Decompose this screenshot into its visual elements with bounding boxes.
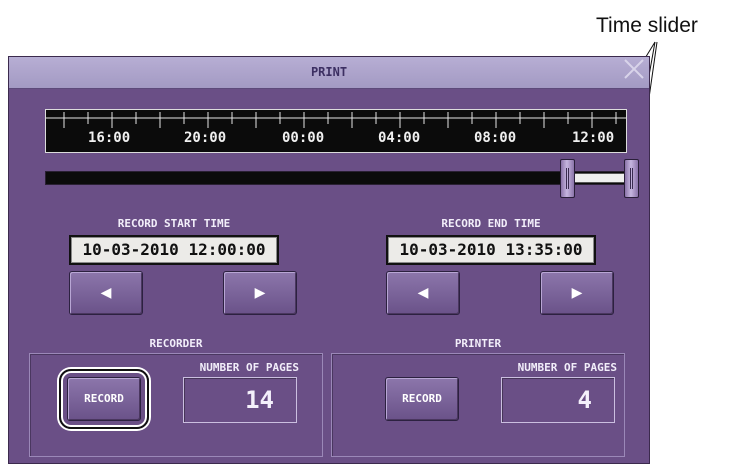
- record-end-label: RECORD END TIME: [441, 217, 541, 230]
- tick-label-3: 00:00: [282, 130, 325, 146]
- printer-record-button[interactable]: RECORD: [385, 377, 459, 421]
- dialog-title: PRINT: [310, 65, 348, 79]
- tick-label-5: 08:00: [474, 130, 517, 146]
- printer-group-label: PRINTER: [454, 337, 502, 350]
- time-slider-callout: Time slider: [596, 14, 698, 37]
- record-start-prev-button[interactable]: ◀: [69, 271, 143, 315]
- print-dialog: PRINT 16:00 20:00 00:00 04:00 08:00 12:0…: [8, 56, 650, 464]
- recorder-record-button[interactable]: RECORD: [67, 377, 141, 421]
- recorder-pages-label: NUMBER OF PAGES: [199, 361, 299, 374]
- close-icon[interactable]: [615, 57, 647, 89]
- time-slider-start-handle[interactable]: [560, 159, 575, 198]
- printer-pages-label: NUMBER OF PAGES: [517, 361, 617, 374]
- record-end-prev-button[interactable]: ◀: [386, 271, 460, 315]
- time-slider-track[interactable]: [45, 171, 627, 185]
- time-slider-end-handle[interactable]: [624, 159, 639, 198]
- tick-label-6: 12:00: [572, 130, 615, 146]
- record-end-field[interactable]: 10-03-2010 13:35:00: [386, 235, 596, 265]
- left-arrow-icon: ◀: [100, 285, 112, 301]
- record-start-label: RECORD START TIME: [117, 217, 231, 230]
- record-end-next-button[interactable]: ▶: [540, 271, 614, 315]
- recorder-pages-value: 14: [183, 377, 297, 423]
- timeline-ticks: [46, 112, 626, 128]
- printer-pages-value: 4: [501, 377, 615, 423]
- tick-label-1: 16:00: [88, 130, 131, 146]
- left-arrow-icon: ◀: [417, 285, 429, 301]
- timeline-ruler: 16:00 20:00 00:00 04:00 08:00 12:00: [45, 109, 627, 153]
- tick-label-2: 20:00: [184, 130, 227, 146]
- right-arrow-icon: ▶: [571, 285, 583, 301]
- title-bar: PRINT: [9, 57, 649, 89]
- tick-label-4: 04:00: [378, 130, 421, 146]
- recorder-group-label: RECORDER: [149, 337, 203, 350]
- record-start-field[interactable]: 10-03-2010 12:00:00: [69, 235, 279, 265]
- right-arrow-icon: ▶: [254, 285, 266, 301]
- record-start-next-button[interactable]: ▶: [223, 271, 297, 315]
